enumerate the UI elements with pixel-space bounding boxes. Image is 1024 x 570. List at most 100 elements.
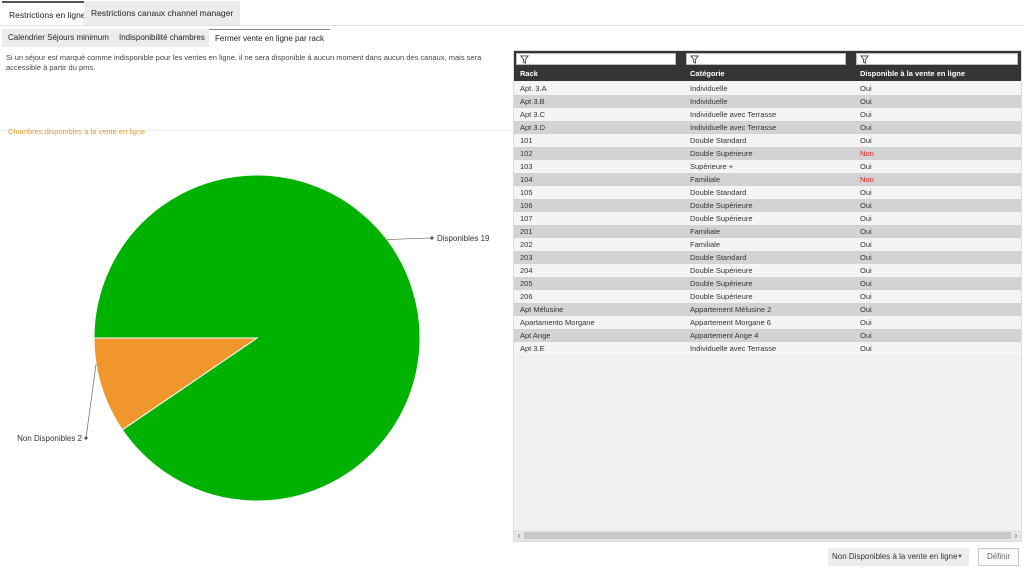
cell-categorie: Double Supérieure <box>690 292 753 301</box>
filter-categorie-input[interactable] <box>686 53 846 65</box>
cell-disponible: Oui <box>860 162 872 171</box>
cell-disponible: Oui <box>860 84 872 93</box>
cell-categorie: Individuelle avec Terrasse <box>690 123 777 132</box>
arrow-left-icon[interactable]: ‹ <box>514 530 524 541</box>
table-row[interactable]: 105 Double Standard Oui <box>514 186 1021 199</box>
table-row[interactable]: Apartamento Morgane Appartement Morgane 6… <box>514 316 1021 329</box>
cell-rack: Apt 3.B <box>520 97 545 106</box>
tab-indisponibilite[interactable]: Indisponibilité chambres <box>113 29 211 47</box>
sub-tab-bar: Calendrier Séjours minimum Indisponibili… <box>0 27 512 47</box>
cell-disponible: Oui <box>860 305 872 314</box>
pie-label-disponibles: Disponibles 19 <box>437 234 490 243</box>
table-row[interactable]: 205 Double Supérieure Oui <box>514 277 1021 290</box>
cell-disponible: Non <box>860 175 874 184</box>
cell-rack: 107 <box>520 214 533 223</box>
scrollbar-thumb[interactable] <box>524 532 1011 539</box>
pie-label-dot <box>430 236 434 240</box>
table-row[interactable]: 201 Familiale Oui <box>514 225 1021 238</box>
tab-restrictions-en-ligne[interactable]: Restrictions en ligne <box>2 1 93 25</box>
cell-disponible: Oui <box>860 292 872 301</box>
cell-disponible: Oui <box>860 266 872 275</box>
cell-disponible: Oui <box>860 214 872 223</box>
table-row[interactable]: 102 Double Supérieure Non <box>514 147 1021 160</box>
cell-disponible: Oui <box>860 279 872 288</box>
filter-icon <box>520 55 529 64</box>
cell-disponible: Oui <box>860 318 872 327</box>
table-row[interactable]: 106 Double Supérieure Oui <box>514 199 1021 212</box>
cell-categorie: Individuelle avec Terrasse <box>690 110 777 119</box>
grid-header: Rack Catégorie Disponible à la vente en … <box>514 67 1021 81</box>
cell-rack: Apt Mélusine <box>520 305 564 314</box>
filter-disponible-input[interactable] <box>856 53 1018 65</box>
availability-filter-value: Non Disponibles à la vente en ligne <box>832 552 958 561</box>
cell-categorie: Double Supérieure <box>690 201 753 210</box>
chart-title: Chambres disponibles à la vente en ligne <box>8 127 146 136</box>
cell-rack: Apt Ange <box>520 331 551 340</box>
tab-calendrier-sejours[interactable]: Calendrier Séjours minimum <box>2 29 115 47</box>
cell-categorie: Double Standard <box>690 136 747 145</box>
availability-filter-select[interactable]: Non Disponibles à la vente en ligne ▼ <box>828 548 969 566</box>
filter-rack-input[interactable] <box>516 53 676 65</box>
table-row[interactable]: 202 Familiale Oui <box>514 238 1021 251</box>
arrow-right-icon[interactable]: › <box>1011 530 1021 541</box>
horizontal-scrollbar[interactable]: ‹ › <box>514 530 1021 541</box>
cell-rack: 201 <box>520 227 533 236</box>
cell-rack: 104 <box>520 175 533 184</box>
table-row[interactable]: 104 Familiale Non <box>514 173 1021 186</box>
cell-categorie: Appartement Morgane 6 <box>690 318 771 327</box>
table-row[interactable]: 204 Double Supérieure Oui <box>514 264 1021 277</box>
cell-disponible: Oui <box>860 253 872 262</box>
cell-rack: Apt 3.C <box>520 110 546 119</box>
tab-restrictions-canaux[interactable]: Restrictions canaux channel manager <box>84 1 241 25</box>
table-row[interactable]: 206 Double Supérieure Oui <box>514 290 1021 303</box>
top-tab-bar: Restrictions en ligne Restrictions canau… <box>0 0 1024 26</box>
table-row[interactable]: Apt 3.C Individuelle avec Terrasse Oui <box>514 108 1021 121</box>
column-header-categorie[interactable]: Catégorie <box>690 67 725 81</box>
cell-categorie: Appartement Ange 4 <box>690 331 759 340</box>
cell-categorie: Supérieure + <box>690 162 734 171</box>
cell-disponible: Oui <box>860 136 872 145</box>
grid-rows: Apt. 3.A Individuelle Oui Apt 3.B Individuel… <box>514 82 1021 355</box>
cell-rack: 105 <box>520 188 533 197</box>
column-header-disponible[interactable]: Disponible à la vente en ligne <box>860 67 965 81</box>
pie-chart: Disponibles 19 Non Disponibles 2 <box>17 174 490 502</box>
cell-categorie: Double Supérieure <box>690 279 753 288</box>
cell-categorie: Individuelle <box>690 84 728 93</box>
table-row[interactable]: Apt Mélusine Appartement Mélusine 2 Oui <box>514 303 1021 316</box>
column-header-rack[interactable]: Rack <box>520 67 538 81</box>
cell-categorie: Familiale <box>690 240 721 249</box>
table-row[interactable]: Apt Ange Appartement Ange 4 Oui <box>514 329 1021 342</box>
table-row[interactable]: 203 Double Standard Oui <box>514 251 1021 264</box>
cell-categorie: Individuelle avec Terrasse <box>690 344 777 353</box>
cell-categorie: Double Standard <box>690 253 747 262</box>
cell-categorie: Double Standard <box>690 188 747 197</box>
pie-label-line <box>386 237 433 240</box>
table-row[interactable]: Apt 3.E Individuelle avec Terrasse Oui <box>514 342 1021 355</box>
cell-categorie: Double Supérieure <box>690 214 753 223</box>
cell-disponible: Oui <box>860 110 872 119</box>
cell-disponible: Oui <box>860 240 872 249</box>
cell-rack: Apt 3.E <box>520 344 545 353</box>
cell-disponible: Oui <box>860 331 872 340</box>
table-row[interactable]: Apt 3.B Individuelle Oui <box>514 95 1021 108</box>
table-row[interactable]: 103 Supérieure + Oui <box>514 160 1021 173</box>
cell-rack: 202 <box>520 240 533 249</box>
cell-rack: 102 <box>520 149 533 158</box>
tab-fermer-vente[interactable]: Fermer vente en ligne par rack <box>209 29 330 47</box>
table-row[interactable]: 107 Double Supérieure Oui <box>514 212 1021 225</box>
filter-icon <box>690 55 699 64</box>
cell-disponible: Oui <box>860 188 872 197</box>
table-row[interactable]: Apt 3.D Individuelle avec Terrasse Oui <box>514 121 1021 134</box>
table-row[interactable]: Apt. 3.A Individuelle Oui <box>514 82 1021 95</box>
cell-rack: Apt 3.D <box>520 123 546 132</box>
cell-disponible: Oui <box>860 97 872 106</box>
pie-label-non-disponibles: Non Disponibles 2 <box>17 434 82 443</box>
cell-disponible: Oui <box>860 123 872 132</box>
cell-rack: Apartamento Morgane <box>520 318 595 327</box>
cell-disponible: Oui <box>860 201 872 210</box>
cell-categorie: Familiale <box>690 175 721 184</box>
cell-categorie: Double Supérieure <box>690 149 753 158</box>
filter-row <box>514 51 1021 67</box>
define-button[interactable]: Définir <box>978 548 1019 566</box>
table-row[interactable]: 101 Double Standard Oui <box>514 134 1021 147</box>
